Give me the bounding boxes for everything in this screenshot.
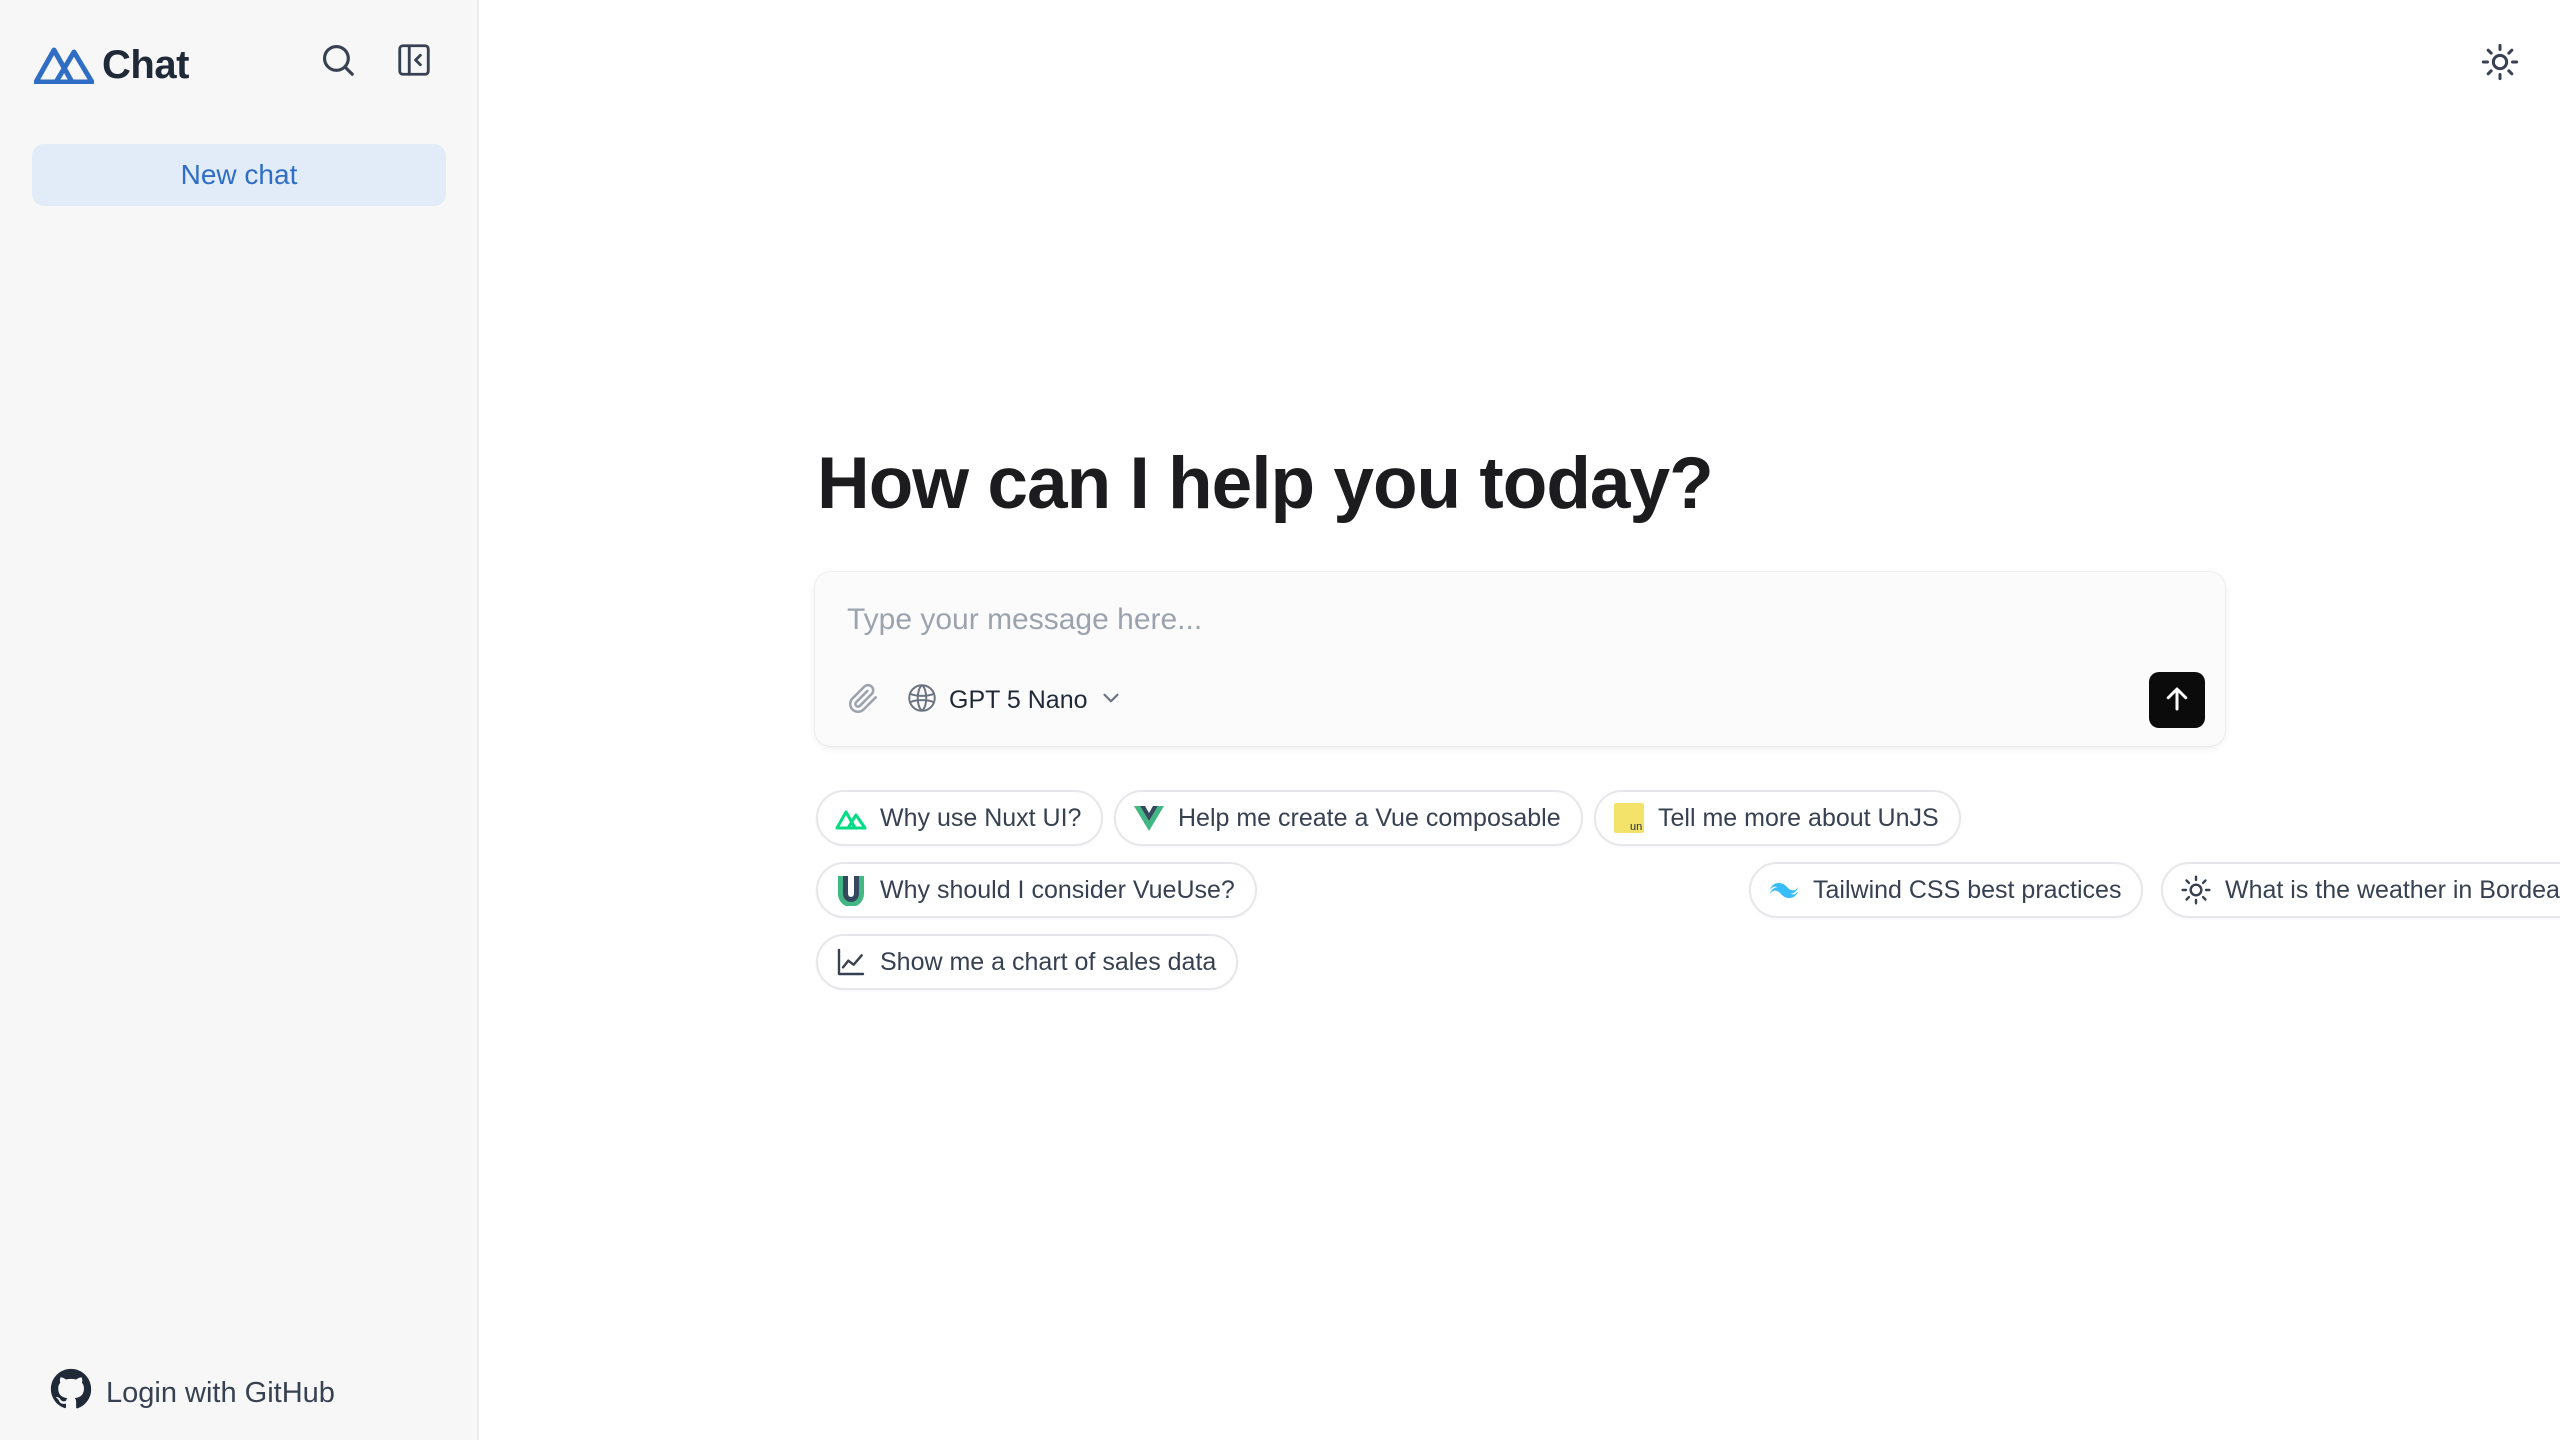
chat-composer: GPT 5 Nano [815, 572, 2225, 746]
page-title: How can I help you today? [817, 443, 1714, 524]
suggestion-chip[interactable]: Help me create a Vue composable [1114, 790, 1583, 846]
suggestion-label: Tell me more about UnJS [1658, 803, 1939, 832]
suggestion-chip[interactable]: What is the weather in Bordeaux? [2161, 862, 2560, 918]
chart-icon [834, 945, 868, 979]
model-label: GPT 5 Nano [949, 685, 1088, 714]
brand-name: Chat [102, 43, 189, 87]
tailwind-icon [1767, 873, 1801, 907]
theme-toggle-button[interactable] [2478, 42, 2522, 86]
unjs-icon: un [1612, 801, 1646, 835]
svg-text:un: un [1630, 821, 1642, 833]
paperclip-icon [846, 681, 880, 720]
suggestion-label: Show me a chart of sales data [880, 947, 1217, 976]
suggestion-chip[interactable]: Tailwind CSS best practices [1749, 862, 2144, 918]
model-select[interactable]: GPT 5 Nano [905, 678, 1124, 722]
nuxt-logo-icon [33, 42, 95, 89]
brand[interactable]: Chat [33, 42, 189, 89]
suggestion-label: What is the weather in Bordeaux? [2225, 875, 2560, 904]
arrow-up-icon [2162, 684, 2192, 717]
search-button[interactable] [316, 40, 360, 84]
suggestion-chip[interactable]: Show me a chart of sales data [816, 934, 1239, 990]
login-label: Login with GitHub [106, 1376, 335, 1409]
suggestion-chip[interactable]: Why should I consider VueUse? [816, 862, 1257, 918]
sun-icon [2480, 42, 2520, 87]
nuxt-icon [834, 801, 868, 835]
sidebar: Chat New chat Login with GitHub [0, 0, 479, 1440]
send-button[interactable] [2149, 672, 2205, 728]
search-icon [319, 41, 357, 84]
vueuse-icon [834, 873, 868, 907]
sidebar-collapse-icon [395, 41, 433, 84]
main-area: How can I help you today? GPT 5 Nano [481, 0, 2560, 1440]
github-icon [50, 1368, 92, 1418]
suggestion-chip[interactable]: un Tell me more about UnJS [1594, 790, 1961, 846]
suggestion-label: Why use Nuxt UI? [880, 803, 1082, 832]
vue-icon [1132, 801, 1166, 835]
sun-icon [2179, 873, 2213, 907]
login-github-button[interactable]: Login with GitHub [50, 1368, 335, 1418]
collapse-sidebar-button[interactable] [392, 40, 436, 84]
chevron-down-icon [1098, 685, 1124, 716]
suggestion-label: Why should I consider VueUse? [880, 875, 1235, 904]
attach-button[interactable] [841, 678, 885, 722]
suggestion-chip[interactable]: Why use Nuxt UI? [816, 790, 1104, 846]
message-input[interactable] [847, 592, 2187, 648]
suggestion-label: Tailwind CSS best practices [1813, 875, 2122, 904]
suggestion-label: Help me create a Vue composable [1178, 803, 1561, 832]
new-chat-button[interactable]: New chat [32, 144, 446, 206]
openai-icon [905, 681, 939, 720]
